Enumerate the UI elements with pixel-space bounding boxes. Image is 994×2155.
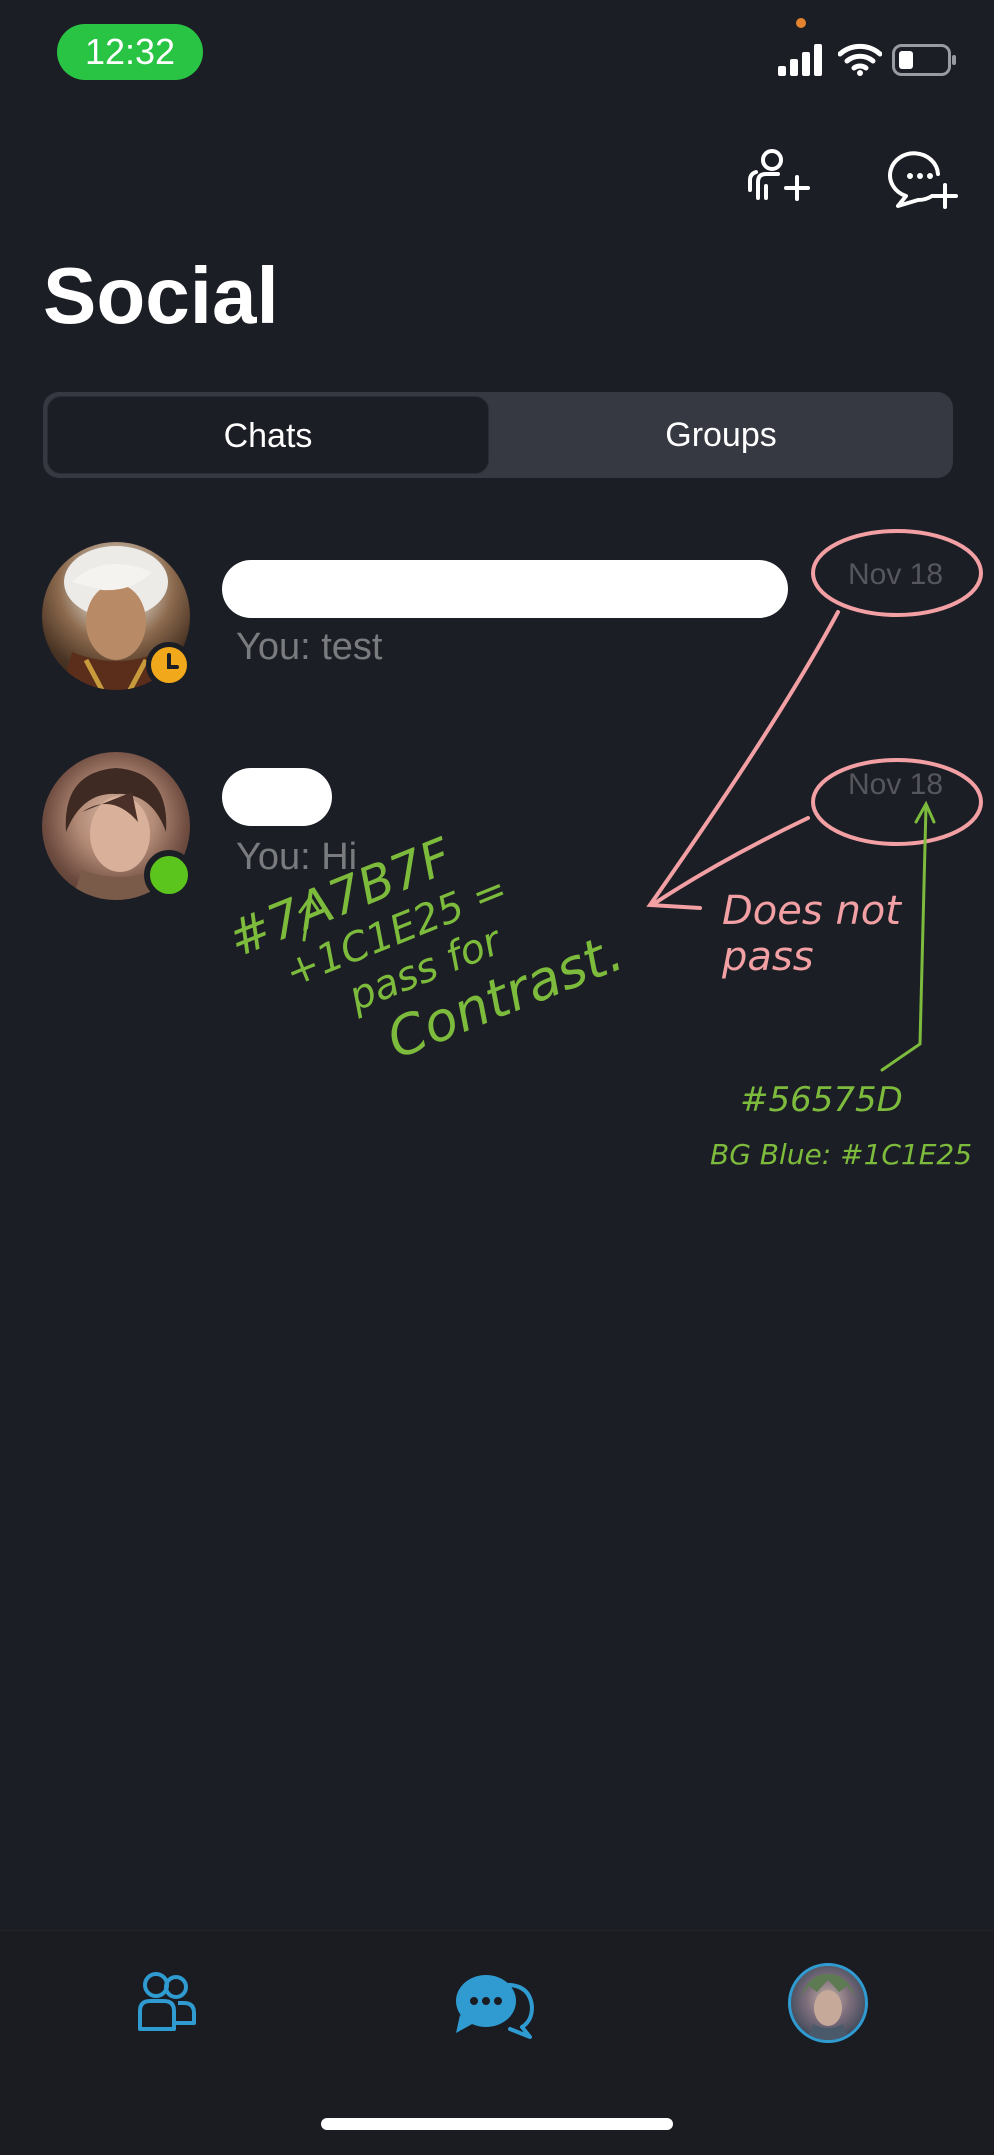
chats-icon[interactable] xyxy=(452,1967,542,2039)
annotation-strokes xyxy=(298,529,983,1072)
annotation-bg-note: BG Blue: #1C1E25 xyxy=(710,1138,973,1171)
annotation-circle xyxy=(811,758,983,846)
annotation-arrow xyxy=(646,610,840,910)
annotation-circle xyxy=(811,529,983,617)
home-indicator xyxy=(321,2118,673,2130)
friends-icon[interactable] xyxy=(130,1969,200,2035)
annotation-hex-note: #56575D xyxy=(740,1080,903,1120)
profile-avatar[interactable] xyxy=(788,1963,868,2043)
annotation-fail-note: Does not pass xyxy=(722,888,901,980)
